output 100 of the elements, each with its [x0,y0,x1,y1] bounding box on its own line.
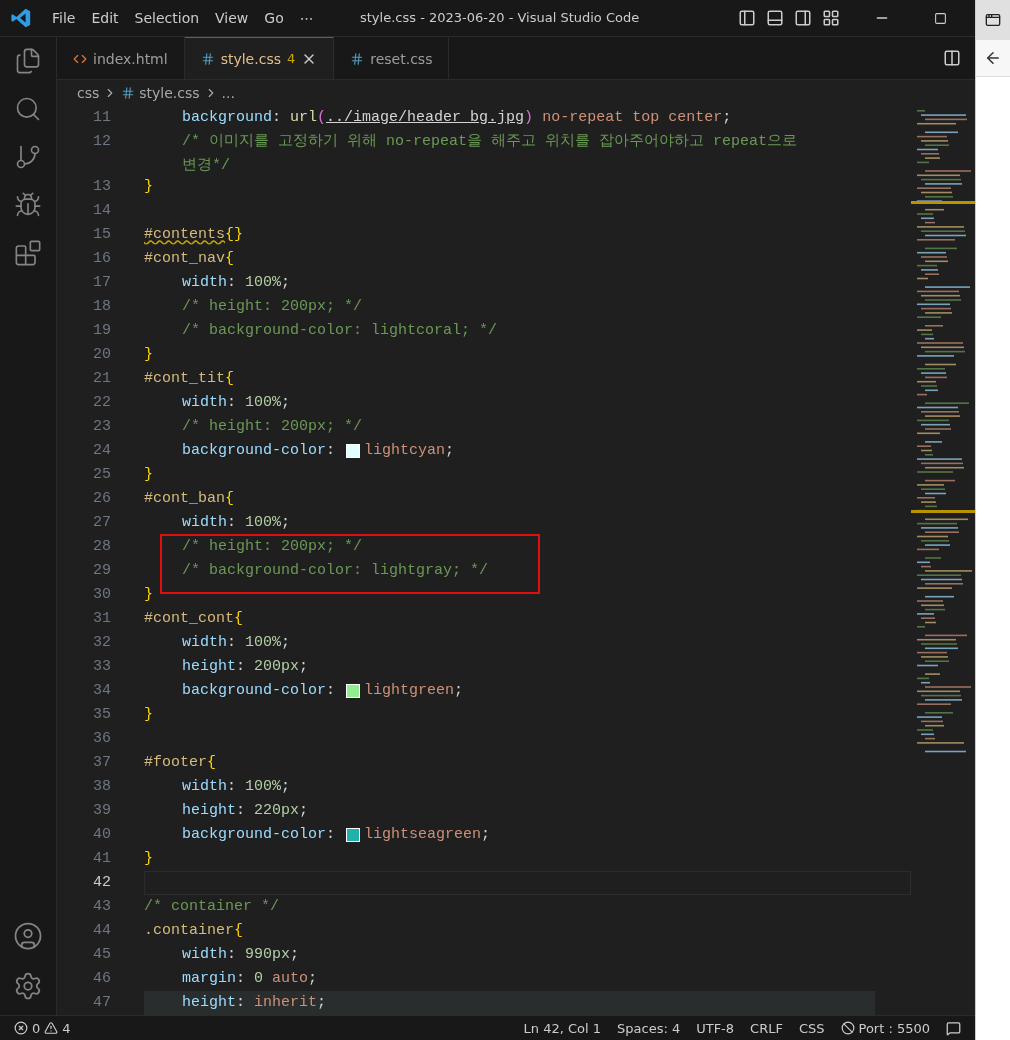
code-token: #cont_cont [144,609,234,629]
code-token: #cont_nav [144,249,225,269]
code-token: ) [524,108,534,128]
back-icon[interactable] [984,49,1002,67]
code-token: : [227,513,238,533]
layout-icon[interactable] [822,9,841,27]
extensions-icon[interactable] [14,239,42,267]
code-token: #cont_tit [144,369,225,389]
line-number: 43 [92,897,111,917]
code-token: height [182,993,236,1013]
code-token: width [182,273,227,293]
problems-status[interactable]: 0 4 [14,1020,71,1036]
line-number: 42 [92,873,111,893]
feedback-icon[interactable] [946,1020,962,1036]
menu-item[interactable]: Edit [83,10,127,26]
code-comment: /* background-color: lightcoral; */ [182,321,498,341]
code-token: : [236,993,247,1013]
code-token: : [236,801,247,821]
warning-icon [44,1021,59,1035]
split-editor-icon[interactable] [943,49,962,67]
code-token: } [144,465,153,485]
code-comment: /* height: 200px; */ [182,537,363,557]
status-item[interactable]: CSS [798,1020,825,1036]
explorer-icon[interactable] [14,47,42,75]
tab-label: reset.css [370,50,433,67]
code-token: } [144,345,153,365]
menu-item[interactable]: Go [256,10,292,26]
code-token: ; [281,633,291,653]
code-token: 990px [245,945,291,965]
code-token: #footer [144,753,207,773]
code-token: auto [271,969,309,989]
status-item[interactable]: UTF-8 [696,1020,735,1036]
code-token: ; [454,681,464,701]
code-token: } [144,705,153,725]
problem-count: 4 [286,51,296,66]
line-number: 31 [92,609,111,629]
line-number: 46 [92,969,111,989]
run-debug-icon[interactable] [14,191,42,219]
code-token: ../image/header_bg.jpg [326,108,525,128]
account-icon[interactable] [13,921,43,951]
menu-item[interactable]: ⋯ [291,10,322,26]
line-number: 16 [92,249,111,269]
hash-icon [121,86,136,100]
line-number: 18 [92,297,111,317]
warning-count: 4 [62,1020,71,1036]
menu-item[interactable]: Selection [126,10,208,26]
breadcrumb-item[interactable]: css [77,85,100,101]
code-token: { [234,921,244,941]
code-token: ( [317,108,327,128]
status-item[interactable]: CRLF [750,1020,783,1036]
error-count: 0 [32,1020,41,1036]
code-token: ; [299,801,309,821]
code-token: { [225,369,235,389]
line-number: 17 [92,273,111,293]
menu-item[interactable]: File [44,10,84,26]
status-item[interactable]: Spaces: 4 [617,1020,681,1036]
breadcrumb-item[interactable]: ... [221,85,235,101]
code-token: { [234,609,244,629]
code-token: no-repeat top center [541,108,723,128]
line-number: 11 [92,108,111,128]
code-comment: /* container */ [144,897,280,917]
source-control-icon[interactable] [14,143,42,171]
line-number: 37 [92,753,111,773]
line-number: 21 [92,369,111,389]
code-token: : [326,825,337,845]
search-icon[interactable] [14,95,42,123]
code-token: #contents [144,225,225,245]
line-number: 22 [92,393,111,413]
secondary-sidebar-icon[interactable] [794,9,813,27]
code-token: {} [225,225,244,245]
code-token: background-color [182,825,327,845]
code-token: { [207,753,217,773]
port-label: Port : 5500 [858,1020,931,1036]
sidebar-toggle-icon[interactable] [738,9,757,27]
code-comment: /* height: 200px; */ [182,297,363,317]
code-token: background-color [182,681,327,701]
breadcrumb-item[interactable]: style.css [139,85,200,101]
line-number: 33 [92,657,111,677]
status-item[interactable]: Ln 42, Col 1 [523,1020,601,1036]
port-status[interactable]: Port : 5500 [840,1020,931,1036]
code-token: 100% [245,777,282,797]
settings-icon[interactable] [13,971,43,1001]
panel-toggle-icon[interactable] [766,9,785,27]
code-token: : [227,945,238,965]
code-token: : [326,441,337,461]
line-number: 36 [92,729,111,749]
code-token: : [236,657,247,677]
code-token: lightcyan [364,441,446,461]
code-token: : [326,681,337,701]
no-entry-icon [840,1021,855,1035]
editor-tab[interactable]: style.css 4 [184,37,335,79]
code-token: ; [281,393,291,413]
code-token: } [144,849,153,869]
line-number: 39 [92,801,111,821]
line-number: 15 [92,225,111,245]
line-number: 19 [92,321,111,341]
line-number: 13 [92,177,111,197]
menu-item[interactable]: View [207,10,257,26]
maximize-icon[interactable] [934,11,948,25]
tab-icon[interactable] [985,12,1001,28]
